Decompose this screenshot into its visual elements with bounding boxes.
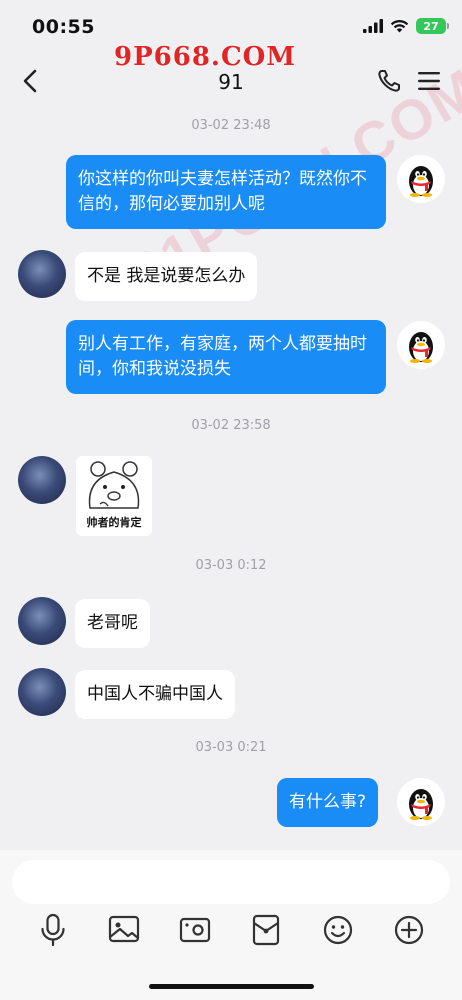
outgoing-message-bubble[interactable]: 有什么事? bbox=[277, 778, 379, 827]
incoming-message-bubble[interactable]: 中国人不骗中国人 bbox=[75, 670, 235, 719]
status-time: 00:55 bbox=[32, 16, 95, 38]
incoming-message-bubble[interactable]: 老哥呢 bbox=[75, 599, 150, 648]
red-packet-icon[interactable] bbox=[250, 912, 282, 948]
contact-avatar[interactable] bbox=[18, 250, 66, 298]
message-input[interactable] bbox=[12, 860, 450, 904]
home-indicator bbox=[149, 984, 314, 989]
qq-penguin-icon bbox=[409, 332, 433, 363]
message-timestamp: 03-03 0:12 bbox=[195, 558, 267, 573]
status-icons: 27 bbox=[363, 18, 449, 34]
message-timestamp: 03-03 0:21 bbox=[195, 740, 267, 755]
composer-toolbar bbox=[0, 912, 462, 952]
my-avatar[interactable] bbox=[397, 778, 445, 826]
wifi-icon bbox=[390, 19, 409, 33]
outgoing-message-bubble[interactable]: 你这样的你叫夫妻怎样活动？既然你不信的，那何必要加别人呢 bbox=[66, 155, 386, 229]
chat-header: 91 bbox=[0, 54, 462, 108]
signal-icon bbox=[363, 19, 383, 33]
incoming-message-bubble[interactable]: 不是 我是说要怎么办 bbox=[75, 252, 258, 301]
qq-penguin-icon bbox=[409, 789, 433, 820]
composer bbox=[0, 850, 462, 1000]
message-timestamp: 03-02 23:58 bbox=[191, 418, 271, 433]
emoji-icon[interactable] bbox=[322, 912, 354, 948]
contact-avatar[interactable] bbox=[18, 668, 66, 716]
plus-icon[interactable] bbox=[393, 912, 425, 948]
menu-icon[interactable] bbox=[416, 68, 442, 94]
my-avatar[interactable] bbox=[397, 155, 445, 203]
sticker-caption: 帅者的肯定 bbox=[86, 516, 142, 529]
microphone-icon[interactable] bbox=[37, 912, 69, 948]
battery-indicator: 27 bbox=[416, 18, 449, 34]
image-icon[interactable] bbox=[108, 912, 140, 948]
my-avatar[interactable] bbox=[397, 321, 445, 369]
contact-avatar[interactable] bbox=[18, 456, 66, 504]
camera-icon[interactable] bbox=[179, 912, 211, 948]
phone-icon[interactable] bbox=[376, 68, 402, 94]
outgoing-message-bubble[interactable]: 别人有工作，有家庭，两个人都要抽时间，你和我说没损失 bbox=[66, 320, 386, 394]
qq-penguin-icon bbox=[409, 166, 433, 197]
contact-avatar[interactable] bbox=[18, 597, 66, 645]
sticker-message[interactable]: 帅者的肯定 bbox=[76, 456, 152, 536]
message-timestamp: 03-02 23:48 bbox=[191, 118, 271, 133]
bear-sticker-icon bbox=[88, 461, 140, 509]
